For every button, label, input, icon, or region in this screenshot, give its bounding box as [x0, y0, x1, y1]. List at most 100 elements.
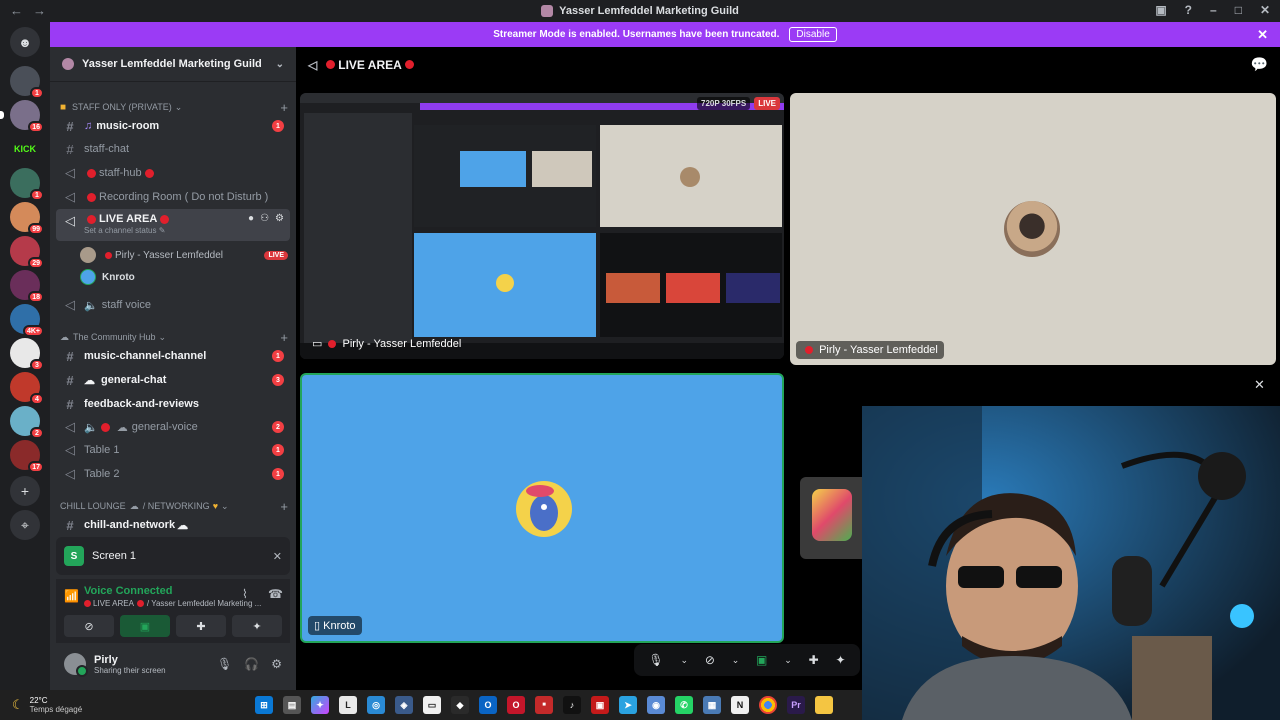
channel-table-1[interactable]: ◁ Table 1 1 [56, 439, 290, 461]
channel-live-area[interactable]: ◁ LIVE AREA Set a channel status ✎ ● ⚇ ⚙ [56, 209, 290, 241]
telegram-icon[interactable]: ➤ [619, 696, 637, 714]
camera-off-icon[interactable]: ⊘ [705, 653, 715, 667]
screen-share-button[interactable]: ▣ [120, 615, 170, 637]
add-channel-icon[interactable]: + [280, 100, 288, 115]
camera-off-button[interactable]: ⊘ [64, 615, 114, 637]
category-staff[interactable]: ■ STAFF ONLY (PRIVATE) ⌄ + [60, 99, 288, 115]
server-icon[interactable]: 4 [10, 372, 44, 405]
chevron-down-icon[interactable]: ⌄ [276, 59, 284, 70]
app-icon[interactable]: ▦ [703, 696, 721, 714]
back-arrow-icon[interactable]: ← [10, 3, 23, 18]
channel-staff-voice[interactable]: ◁ 🔈 staff voice [56, 294, 290, 316]
soundboard-button[interactable]: ✦ [232, 615, 282, 637]
voice-user-knroto[interactable]: Knroto [80, 266, 288, 288]
voice-user-pirly[interactable]: Pirly - Yasser Lemfeddel LIVE [80, 244, 288, 266]
windows-start-icon[interactable]: ⊞ [255, 696, 273, 714]
server-icon[interactable]: 18 [10, 270, 44, 303]
notion-like-icon[interactable]: L [339, 696, 357, 714]
channel-music-channel[interactable]: # music-channel-channel 1 [56, 345, 290, 367]
close-banner-icon[interactable]: ✕ [1257, 27, 1268, 43]
chat-bubble-icon[interactable]: 💬 [1251, 56, 1268, 73]
gamepad-icon[interactable]: ✚ [809, 653, 819, 667]
channel-recording-room[interactable]: ◁ Recording Room ( Do not Disturb ) [56, 186, 290, 208]
channel-staff-chat[interactable]: # staff-chat [56, 138, 290, 160]
category-community[interactable]: ☁ The Community Hub ⌄ + [60, 329, 288, 345]
server-icon[interactable]: 3 [10, 338, 44, 371]
stream-tile[interactable]: 720P 30FPS LIVE ▭ Pirly - Yasser Lemfedd… [300, 93, 784, 359]
server-icon[interactable]: 17 [10, 440, 44, 473]
app-icon[interactable]: ▣ [591, 696, 609, 714]
opera-icon[interactable]: O [507, 696, 525, 714]
store-icon[interactable]: ◆ [451, 696, 469, 714]
channel-chill-network[interactable]: # chill-and-network ☁ [56, 514, 290, 536]
noise-suppression-icon[interactable]: ⌇ [242, 587, 248, 601]
chrome-icon[interactable] [759, 696, 777, 714]
invite-icon[interactable]: ⚇ [260, 213, 269, 224]
copilot-icon[interactable]: ✦ [311, 696, 329, 714]
disconnect-icon[interactable]: ☎ [268, 587, 283, 601]
channel-table-2[interactable]: ◁ Table 2 1 [56, 463, 290, 485]
channel-general-voice[interactable]: ◁ 🔈 ☁ general-voice 2 [56, 416, 290, 438]
explore-servers-button[interactable]: ⌖ [10, 510, 40, 540]
disable-streamer-mode-button[interactable]: Disable [789, 27, 837, 42]
soundboard-icon[interactable]: ✦ [835, 653, 845, 667]
server-icon[interactable]: 1 [10, 66, 44, 99]
chevron-down-icon[interactable]: ⌄ [680, 655, 688, 666]
file-explorer-icon[interactable]: ▭ [423, 696, 441, 714]
server-icon[interactable]: 99 [10, 202, 44, 235]
help-icon[interactable]: ? [1185, 3, 1192, 17]
app-icon[interactable]: ◉ [647, 696, 665, 714]
screen-share-icon[interactable]: ▣ [756, 653, 767, 667]
server-icon[interactable]: 1 [10, 168, 44, 201]
inbox-icon[interactable]: ▣ [1155, 3, 1166, 17]
microphone-icon[interactable]: 🎙 [648, 653, 663, 667]
add-channel-icon[interactable]: + [280, 330, 288, 345]
channel-general-chat[interactable]: # ☁ general-chat 3 [56, 369, 290, 391]
app-icon[interactable]: ■ [535, 696, 553, 714]
whatsapp-icon[interactable]: ✆ [675, 696, 693, 714]
app-icon[interactable]: ◈ [395, 696, 413, 714]
premiere-icon[interactable]: Pr [787, 696, 805, 714]
weather-widget[interactable]: ☾ 22°C Temps dégagé [0, 696, 250, 714]
server-icon[interactable]: KICK [10, 134, 40, 164]
chat-icon[interactable]: ● [248, 213, 254, 224]
channel-feedback[interactable]: # feedback-and-reviews [56, 393, 290, 415]
task-view-icon[interactable]: ▤ [283, 696, 301, 714]
folder-icon[interactable] [815, 696, 833, 714]
screen-share-card[interactable]: S Screen 1 ✕ [56, 537, 290, 575]
add-channel-icon[interactable]: + [280, 499, 288, 514]
app-icon[interactable]: ◎ [367, 696, 385, 714]
pencil-icon[interactable]: ✎ [159, 226, 166, 235]
activity-preview[interactable] [800, 477, 870, 559]
guild-header[interactable]: Yasser Lemfeddel Marketing Guild ⌄ [50, 47, 296, 82]
server-icon[interactable]: 2 [10, 406, 44, 439]
server-icon[interactable]: 4K+ [10, 304, 44, 337]
channel-music-room[interactable]: # ♫ music-room 1 [56, 115, 290, 137]
tiktok-icon[interactable]: ♪ [563, 696, 581, 714]
microphone-icon[interactable]: 🎙 [217, 657, 232, 671]
close-preview-icon[interactable]: ✕ [1254, 377, 1265, 393]
server-icon[interactable]: 16 [0, 100, 44, 133]
close-window-icon[interactable]: ✕ [1260, 3, 1270, 17]
forward-arrow-icon[interactable]: → [33, 3, 46, 18]
knroto-tile[interactable]: ▯ Knroto [300, 373, 784, 643]
voice-status[interactable]: Voice Connected [64, 585, 282, 597]
close-screen-icon[interactable]: ✕ [273, 550, 282, 563]
server-icon[interactable]: 29 [10, 236, 44, 269]
category-lounge[interactable]: CHILL LOUNGE ☁ / NETWORKING ♥ ⌄ + [60, 498, 288, 514]
channel-staff-hub[interactable]: ◁ staff-hub [56, 162, 290, 184]
outlook-icon[interactable]: O [479, 696, 497, 714]
discord-home-button[interactable]: ☻ [10, 27, 40, 57]
camera-tile[interactable]: Pirly - Yasser Lemfeddel [790, 93, 1276, 365]
notion-icon[interactable]: N [731, 696, 749, 714]
settings-icon[interactable]: ⚙ [275, 213, 284, 224]
voice-channel-info[interactable]: LIVE AREA / Yasser Lemfeddel Marketing ..… [64, 599, 282, 608]
add-server-button[interactable]: + [10, 476, 40, 506]
channel-status[interactable]: Set a channel status [84, 226, 157, 235]
avatar[interactable] [64, 653, 88, 677]
chevron-down-icon[interactable]: ⌄ [784, 655, 792, 666]
headphones-icon[interactable]: 🎧 [244, 657, 259, 671]
maximize-icon[interactable]: □ [1235, 3, 1242, 17]
minimize-icon[interactable]: – [1210, 3, 1217, 17]
settings-icon[interactable]: ⚙ [271, 657, 282, 671]
